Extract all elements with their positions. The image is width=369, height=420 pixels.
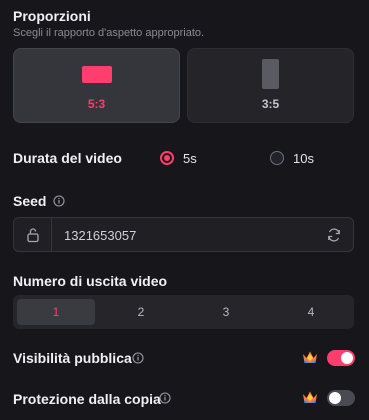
landscape-ratio-icon bbox=[82, 66, 112, 83]
visibilita-label: Visibilità pubblica bbox=[13, 350, 132, 366]
lock-icon[interactable] bbox=[26, 227, 40, 243]
portrait-ratio-icon bbox=[262, 59, 279, 89]
seed-input[interactable]: 1321653057 bbox=[64, 228, 136, 243]
protezione-label: Protezione dalla copia bbox=[13, 391, 161, 407]
radio-5s[interactable] bbox=[160, 151, 174, 165]
info-icon[interactable] bbox=[159, 392, 171, 404]
ratio-label-5-3: 5:3 bbox=[87, 97, 106, 111]
seed-divider bbox=[51, 218, 52, 251]
output-count-3[interactable]: 3 bbox=[187, 299, 265, 325]
toggle-knob bbox=[341, 352, 353, 364]
output-count-1[interactable]: 1 bbox=[17, 299, 95, 325]
refresh-icon[interactable] bbox=[326, 227, 342, 243]
visibilita-toggle[interactable] bbox=[327, 350, 355, 366]
seed-label: Seed bbox=[13, 193, 47, 209]
numero-label: Numero di uscita video bbox=[13, 273, 168, 289]
toggle-knob bbox=[329, 392, 341, 404]
proporzioni-title: Proporzioni bbox=[13, 8, 91, 24]
proporzioni-subtitle: Scegli il rapporto d'aspetto appropriato… bbox=[13, 27, 205, 39]
premium-crown-icon bbox=[303, 391, 317, 403]
ratio-label-3-5: 3:5 bbox=[261, 97, 280, 111]
info-icon[interactable] bbox=[132, 352, 144, 364]
ratio-option-3-5[interactable]: 3:5 bbox=[187, 48, 354, 123]
radio-10s-label[interactable]: 10s bbox=[293, 151, 314, 166]
output-count-2[interactable]: 2 bbox=[102, 299, 180, 325]
seed-field[interactable]: 1321653057 bbox=[13, 217, 354, 252]
info-icon[interactable] bbox=[53, 195, 65, 207]
output-count-selector: 1 2 3 4 bbox=[13, 295, 354, 329]
premium-crown-icon bbox=[303, 351, 317, 363]
radio-5s-label[interactable]: 5s bbox=[183, 151, 197, 166]
output-count-4[interactable]: 4 bbox=[272, 299, 350, 325]
radio-10s[interactable] bbox=[270, 151, 284, 165]
durata-label: Durata del video bbox=[13, 150, 122, 166]
ratio-option-5-3[interactable]: 5:3 bbox=[13, 48, 180, 123]
protezione-toggle[interactable] bbox=[327, 390, 355, 406]
